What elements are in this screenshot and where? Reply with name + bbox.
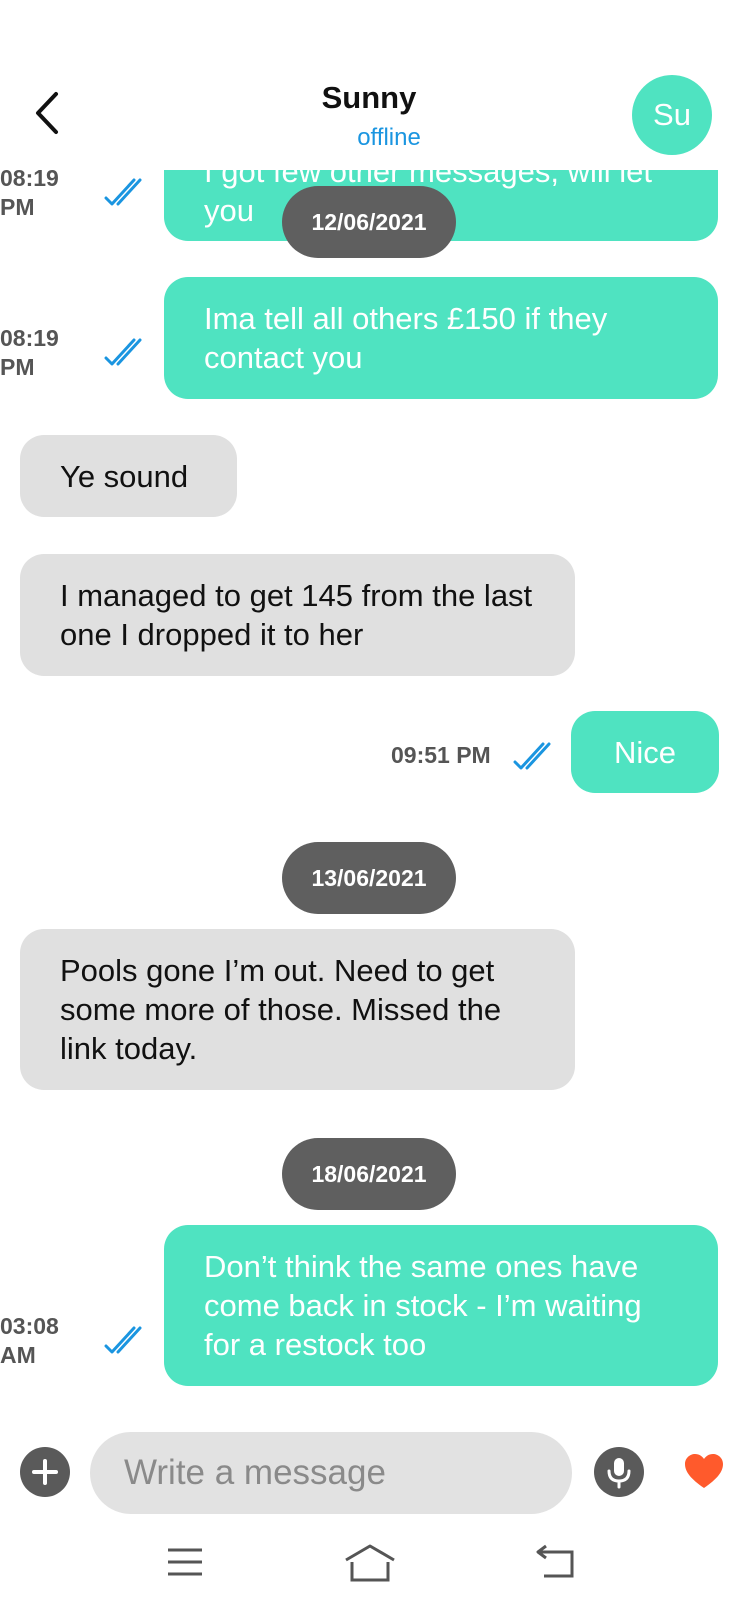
heart-reaction-button[interactable] — [683, 1452, 725, 1490]
home-icon — [345, 1544, 395, 1582]
voice-message-button[interactable] — [594, 1447, 644, 1497]
nav-home-button[interactable] — [334, 1542, 406, 1586]
menu-icon — [168, 1548, 202, 1576]
message-list[interactable]: 08:19 PM I got few other messages, will … — [0, 0, 738, 1600]
message-time: 09:51 PM — [391, 742, 491, 768]
contact-status: offline — [357, 124, 421, 151]
message-text: Ye sound — [60, 459, 189, 494]
message-bubble-outgoing[interactable]: Nice — [571, 711, 719, 793]
message-bubble-incoming[interactable]: Pools gone I’m out. Need to get some mor… — [20, 929, 575, 1090]
double-check-icon — [104, 338, 142, 366]
avatar[interactable]: Su — [632, 75, 712, 155]
message-bubble-incoming[interactable]: I managed to get 145 from the last one I… — [20, 554, 575, 676]
date-separator: 18/06/2021 — [282, 1138, 456, 1210]
message-text: Don’t think the same ones have come back… — [204, 1249, 642, 1362]
double-check-icon — [513, 742, 551, 770]
date-separator: 13/06/2021 — [282, 842, 456, 914]
double-check-icon — [104, 1326, 142, 1354]
message-text: Pools gone I’m out. Need to get some mor… — [60, 953, 502, 1066]
back-button[interactable] — [28, 86, 72, 140]
attach-button[interactable] — [20, 1447, 70, 1497]
message-text: Ima tell all others £150 if they contact… — [204, 301, 608, 375]
plus-icon — [32, 1459, 58, 1485]
date-separator: 12/06/2021 — [282, 186, 456, 258]
message-input[interactable] — [90, 1432, 572, 1514]
message-bubble-outgoing[interactable]: Don’t think the same ones have come back… — [164, 1225, 718, 1386]
microphone-icon — [607, 1458, 631, 1489]
nav-back-button[interactable] — [534, 1542, 606, 1586]
heart-icon — [685, 1454, 723, 1488]
chat-header: Sunny offline Su — [0, 0, 738, 170]
message-text: Nice — [613, 735, 676, 770]
message-text: I managed to get 145 from the last one I… — [60, 578, 533, 652]
message-time: 08:19 PM — [0, 165, 59, 220]
message-bubble-outgoing[interactable]: Ima tell all others £150 if they contact… — [164, 277, 718, 399]
message-time: 03:08 AM — [0, 1313, 59, 1368]
back-icon — [536, 1544, 574, 1578]
message-bubble-incoming[interactable]: Ye sound — [20, 435, 237, 517]
chevron-left-icon — [36, 92, 58, 134]
nav-menu-button[interactable] — [158, 1542, 230, 1586]
message-time: 08:19 PM — [0, 325, 59, 380]
contact-name[interactable]: Sunny — [269, 80, 469, 116]
double-check-icon — [104, 178, 142, 206]
